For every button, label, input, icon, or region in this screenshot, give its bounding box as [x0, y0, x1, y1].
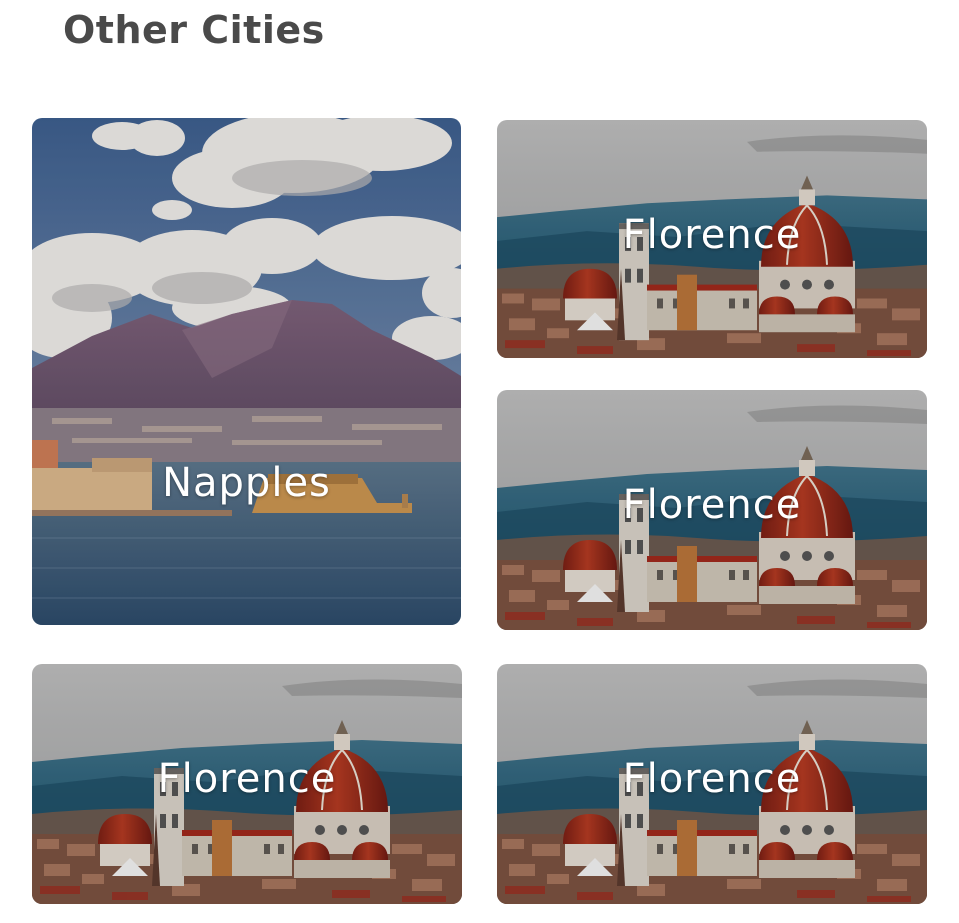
section-title: Other Cities	[63, 8, 325, 52]
city-card-florence-1[interactable]: Florence	[497, 120, 927, 358]
florence-photo	[32, 664, 462, 904]
city-card-florence-2[interactable]: Florence	[497, 390, 927, 630]
city-card-florence-3[interactable]: Florence	[32, 664, 462, 904]
florence-photo	[497, 120, 927, 358]
city-card-napples[interactable]: Napples	[32, 118, 461, 625]
napples-photo	[32, 118, 461, 625]
florence-photo	[497, 664, 927, 904]
city-card-florence-4[interactable]: Florence	[497, 664, 927, 904]
florence-photo	[497, 390, 927, 630]
